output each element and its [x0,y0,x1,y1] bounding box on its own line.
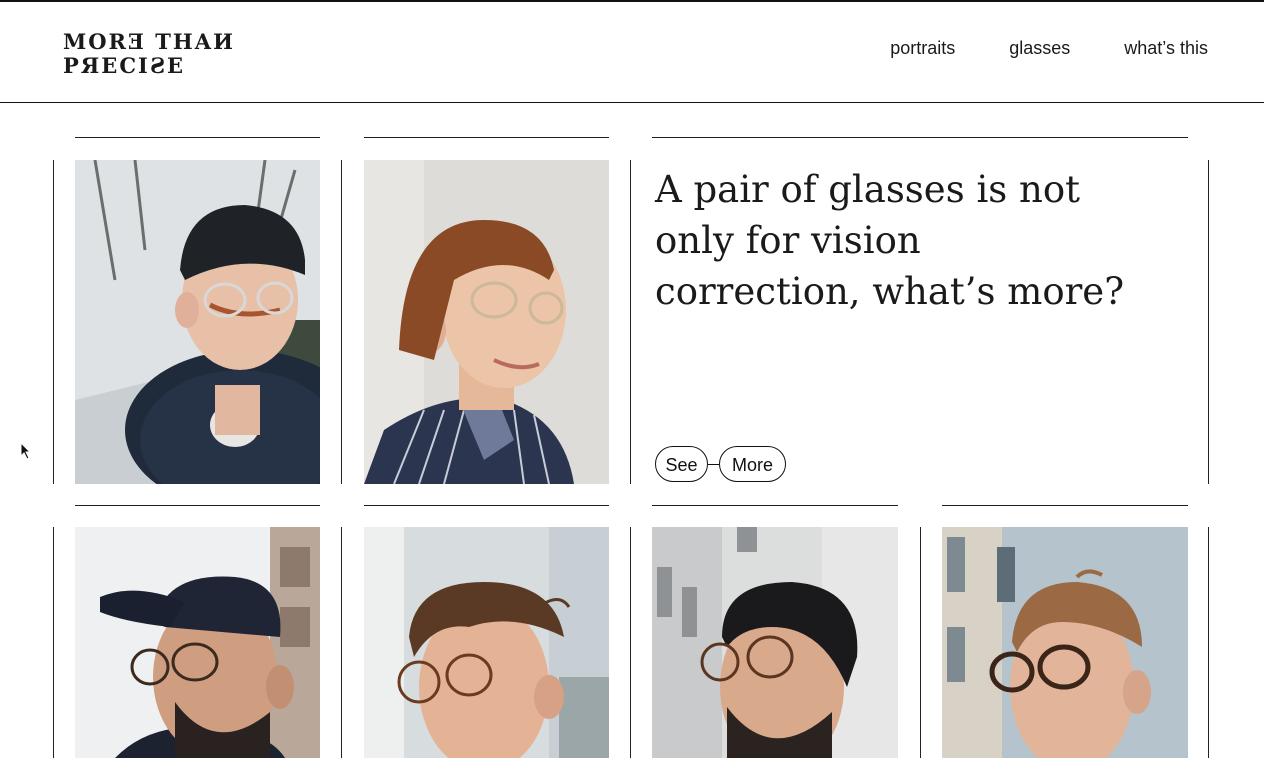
card-top-rule [652,505,898,506]
card-top-rule [364,505,609,506]
portrait-image [75,160,320,484]
column-divider [341,160,342,484]
column-divider [630,527,631,758]
card-top-rule [75,137,320,138]
portrait-image [75,527,320,758]
main-nav: portraits glasses what’s this [890,38,1208,59]
card-top-rule [942,505,1188,506]
logo-line-1: MORƎ THAИ [63,29,235,54]
portrait-image [942,527,1188,758]
portrait-round-glasses-man[interactable] [652,527,898,758]
mouse-cursor-icon [20,442,32,460]
portrait-image [364,160,609,484]
column-divider [341,527,342,758]
see-button[interactable]: See [655,446,708,482]
button-connector [708,464,719,465]
portrait-cap-man[interactable] [75,527,320,758]
card-top-rule [75,505,320,506]
header-divider [0,102,1264,103]
feature-headline: A pair of glasses is not only for vision… [655,168,1125,313]
column-divider [1208,160,1209,484]
nav-whats-this[interactable]: what’s this [1124,38,1208,59]
nav-glasses[interactable]: glasses [1009,38,1070,59]
column-divider [1208,527,1209,758]
nav-portraits[interactable]: portraits [890,38,955,59]
column-divider [53,527,54,758]
portrait-beanie-man[interactable] [75,160,320,484]
portrait-curly-hair-man[interactable] [364,527,609,758]
card-top-rule [652,137,1188,138]
portrait-tortoise-glasses-man[interactable] [942,527,1188,758]
column-divider [920,527,921,758]
portrait-striped-jacket-man[interactable] [364,160,609,484]
portrait-image [364,527,609,758]
site-logo[interactable]: MORƎ THAИ PЯECIƧE [63,30,235,78]
card-top-rule [364,137,609,138]
column-divider [53,160,54,484]
logo-line-2: PЯECIƧE [63,53,186,78]
site-header: MORƎ THAИ PЯECIƧE portraits glasses what… [0,2,1264,102]
more-button[interactable]: More [719,446,786,482]
column-divider [630,160,631,484]
portrait-image [652,527,898,758]
